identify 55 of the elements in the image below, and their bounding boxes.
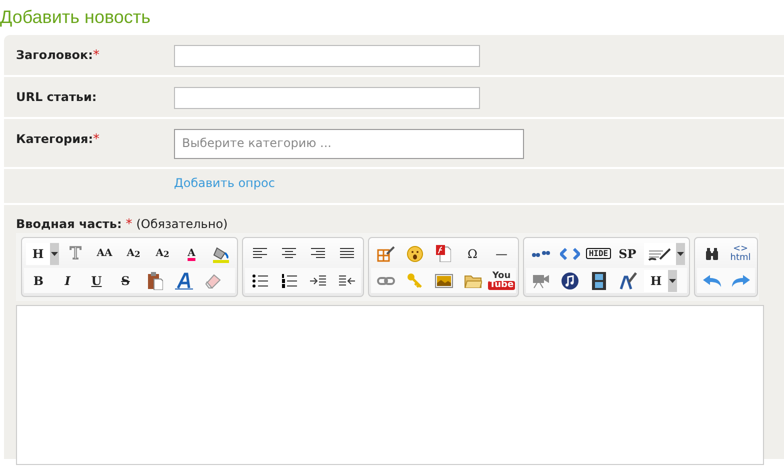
bullet-list-icon[interactable] — [252, 274, 268, 288]
caret-icon — [669, 278, 676, 282]
paint-bucket-icon[interactable] — [212, 244, 230, 262]
smiley-icon[interactable] — [406, 246, 422, 262]
page-title: Добавить новость — [0, 6, 152, 29]
field-label: URL статьи: — [16, 90, 97, 104]
film-icon[interactable] — [592, 272, 606, 290]
numbered-list-icon[interactable] — [280, 274, 296, 288]
caret-icon[interactable] — [677, 252, 684, 256]
binoculars-icon[interactable] — [706, 248, 718, 260]
special-character-button[interactable]: Ω — [458, 242, 487, 266]
clipboard-icon[interactable] — [146, 272, 162, 290]
font-color-button[interactable]: A — [177, 242, 206, 266]
image-icon[interactable] — [434, 274, 452, 288]
required-note: (Обязательно) — [136, 217, 228, 231]
signature-pencil-icon[interactable] — [648, 246, 672, 260]
text-field[interactable] — [174, 45, 480, 67]
redo-icon[interactable] — [730, 274, 750, 288]
font-size-button[interactable]: AA — [90, 242, 119, 266]
font-style-icon[interactable] — [174, 272, 192, 290]
code-icon[interactable] — [560, 248, 580, 260]
category-select[interactable]: Выберите категорию ... — [174, 129, 524, 159]
video-camera-icon[interactable] — [532, 272, 550, 288]
bold-button[interactable]: B — [24, 268, 53, 292]
justify-icon[interactable] — [340, 248, 354, 259]
horizontal-rule-button[interactable]: — — [487, 242, 516, 266]
outdent-icon[interactable] — [338, 274, 354, 286]
eraser-icon[interactable] — [204, 272, 222, 288]
underline-button[interactable]: U — [82, 268, 111, 292]
field-label: Заголовок: — [16, 48, 93, 62]
table-icon[interactable] — [376, 246, 394, 262]
align-center-icon[interactable] — [282, 248, 296, 259]
heading-dropdown[interactable]: H — [644, 270, 677, 292]
link-icon[interactable] — [376, 276, 394, 284]
caret-icon — [51, 252, 58, 256]
indent-icon[interactable] — [310, 274, 326, 286]
flash-document-icon[interactable] — [436, 245, 451, 262]
italic-button[interactable]: I — [53, 268, 82, 292]
text-field[interactable] — [174, 87, 480, 109]
undo-icon[interactable] — [702, 274, 722, 288]
folder-icon[interactable] — [464, 274, 482, 288]
required-mark: * — [92, 48, 100, 63]
align-left-icon[interactable] — [252, 248, 266, 259]
heading-dropdown[interactable]: H — [26, 242, 59, 264]
field-label: Категория: — [16, 132, 94, 146]
music-icon[interactable] — [560, 272, 578, 290]
strikethrough-button[interactable]: S — [111, 268, 140, 292]
pen-letter-icon[interactable] — [618, 272, 636, 290]
hide-button[interactable]: HIDE — [586, 248, 612, 259]
html-source-button[interactable]: <> html — [730, 244, 751, 262]
required-mark: * — [93, 132, 100, 147]
required-mark: * — [126, 217, 132, 232]
align-right-icon[interactable] — [310, 248, 324, 259]
field-label: Вводная часть: — [16, 217, 122, 231]
spoiler-button[interactable]: SP — [613, 242, 642, 266]
